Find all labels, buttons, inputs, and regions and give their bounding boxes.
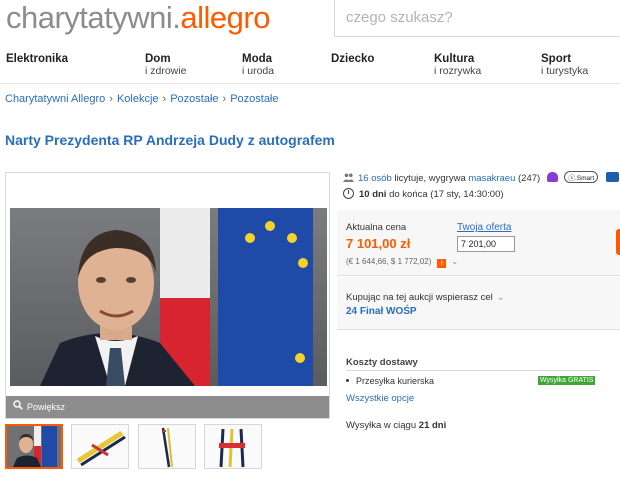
- shipping-divider: [346, 370, 600, 371]
- chevron-down-icon[interactable]: ⌄: [451, 257, 458, 266]
- price-box: Aktualna cena 7 101,00 zł (€ 1 644,66, $…: [337, 210, 620, 276]
- end-date-text: do końca (17 sty, 14:30:00): [389, 189, 504, 200]
- thumbnail-skis-1[interactable]: [71, 424, 129, 469]
- search-input[interactable]: czego szukasz?: [334, 0, 620, 37]
- leader-username[interactable]: masakraeu: [468, 173, 515, 184]
- clock-icon: [343, 188, 354, 199]
- nav-item-label: Elektronika: [6, 53, 68, 65]
- leader-rating: (247): [518, 173, 541, 184]
- nav-item-home[interactable]: Dom i zdrowie: [145, 53, 186, 77]
- bidders-text: licytuje, wygrywa: [394, 173, 466, 184]
- product-title: Narty Prezydenta RP Andrzeja Dudy z auto…: [5, 132, 335, 148]
- bidders-count-link[interactable]: 16 osób: [358, 173, 392, 184]
- offer-input[interactable]: 7 201,00: [457, 236, 515, 252]
- main-product-photo[interactable]: [10, 208, 327, 386]
- shipping-method-label: Przesyłka kurierska: [356, 376, 435, 386]
- charity-text-row[interactable]: Kupując na tej aukcji wspierasz cel ⌄: [346, 292, 505, 303]
- nav-item-kids[interactable]: Dziecko: [331, 53, 374, 65]
- zoom-label: Powiększ: [27, 402, 66, 412]
- shipping-heading: Koszty dostawy: [346, 357, 418, 368]
- shipping-method: Przesyłka kurierska: [346, 376, 434, 386]
- dispatch-time: Wysyłka w ciągu 21 dni: [346, 420, 446, 431]
- nav-item-sublabel: i rozrywka: [434, 65, 482, 77]
- your-offer-label[interactable]: Twoja oferta: [457, 222, 511, 233]
- charity-box: Kupując na tej aukcji wspierasz cel ⌄ 24 …: [337, 277, 620, 330]
- nav-item-sport[interactable]: Sport i turystyka: [541, 53, 588, 77]
- breadcrumb-separator: ›: [109, 93, 113, 105]
- nav-item-label: Dom: [145, 53, 171, 65]
- search-placeholder: czego szukasz?: [346, 9, 453, 26]
- breadcrumb-link[interactable]: Pozostałe: [170, 93, 218, 105]
- current-price: 7 101,00 zł: [346, 236, 411, 251]
- thumbnail-image: [72, 425, 128, 468]
- nav-item-electronics[interactable]: Elektronika: [6, 53, 68, 65]
- bid-button[interactable]: [616, 229, 620, 255]
- charity-text: Kupując na tej aukcji wspierasz cel: [346, 292, 493, 303]
- dispatch-days: 21 dni: [418, 420, 447, 431]
- dispatch-text: Wysyłka w ciągu: [346, 420, 417, 431]
- site-logo[interactable]: charytatywni.allegro: [6, 0, 270, 36]
- info-icon[interactable]: i: [437, 259, 447, 268]
- thumbnail-skis-3[interactable]: [204, 424, 262, 469]
- nav-item-sublabel: i turystyka: [541, 65, 589, 77]
- current-price-label: Aktualna cena: [346, 222, 407, 233]
- breadcrumb-separator: ›: [222, 93, 227, 105]
- nav-item-culture[interactable]: Kultura i rozrywka: [434, 53, 481, 77]
- nav-item-sublabel: i uroda: [242, 65, 275, 77]
- days-left: 10 dni: [359, 189, 387, 200]
- nav-item-label: Moda: [242, 53, 273, 65]
- logo-text-charytatywni: charytatywni.: [6, 0, 181, 35]
- thumbnail-image: [7, 426, 61, 467]
- charity-name[interactable]: 24 Finał WOŚP: [346, 306, 417, 317]
- chevron-down-icon: ⌄: [496, 292, 505, 303]
- category-nav: Elektronika Dom i zdrowie Moda i uroda D…: [0, 44, 620, 84]
- breadcrumb: Charytatywni Allegro › Kolekcje › Pozostałe ›…: [5, 93, 279, 105]
- nav-item-label: Kultura: [434, 53, 475, 65]
- price-conversion: (€ 1 644,66, $ 1 772,02) i ⌄: [346, 257, 458, 268]
- heart-icon: [546, 172, 558, 182]
- thumbnail-image: [139, 425, 195, 468]
- nav-item-sublabel: i zdrowie: [145, 65, 187, 77]
- zoom-bar[interactable]: Powiększ: [6, 396, 329, 418]
- nav-item-fashion[interactable]: Moda i uroda: [242, 53, 274, 77]
- smart-badge: ⓢ.Smart: [564, 171, 599, 183]
- people-icon: [343, 173, 354, 182]
- bullet: [346, 379, 349, 382]
- converted-prices: (€ 1 644,66, $ 1 772,02): [346, 257, 432, 266]
- free-shipping-badge: Wysyłka GRATIS: [538, 376, 596, 385]
- breadcrumb-link[interactable]: Pozostałe: [230, 93, 278, 105]
- portrait-image: [10, 208, 327, 386]
- magnifier-icon: [13, 400, 23, 410]
- logo-text-allegro: allegro: [180, 0, 270, 35]
- nav-item-label: Sport: [541, 53, 572, 65]
- breadcrumb-link[interactable]: Charytatywni Allegro: [5, 93, 105, 105]
- thumbnail-portrait[interactable]: [5, 424, 63, 469]
- time-remaining: 10 dni do końca (17 sty, 14:30:00): [343, 188, 504, 200]
- thumbnail-image: [205, 425, 261, 468]
- breadcrumb-link[interactable]: Kolekcje: [117, 93, 159, 105]
- product-gallery: Powiększ: [5, 172, 330, 419]
- all-shipping-options-link[interactable]: Wszystkie opcje: [346, 393, 414, 404]
- bidders-info: 16 osób licytuje, wygrywa masakraeu (247…: [343, 171, 619, 184]
- breadcrumb-separator: ›: [162, 93, 167, 105]
- thumbnail-skis-2[interactable]: [138, 424, 196, 469]
- briefcase-icon: [605, 172, 619, 182]
- nav-item-label: Dziecko: [331, 53, 375, 65]
